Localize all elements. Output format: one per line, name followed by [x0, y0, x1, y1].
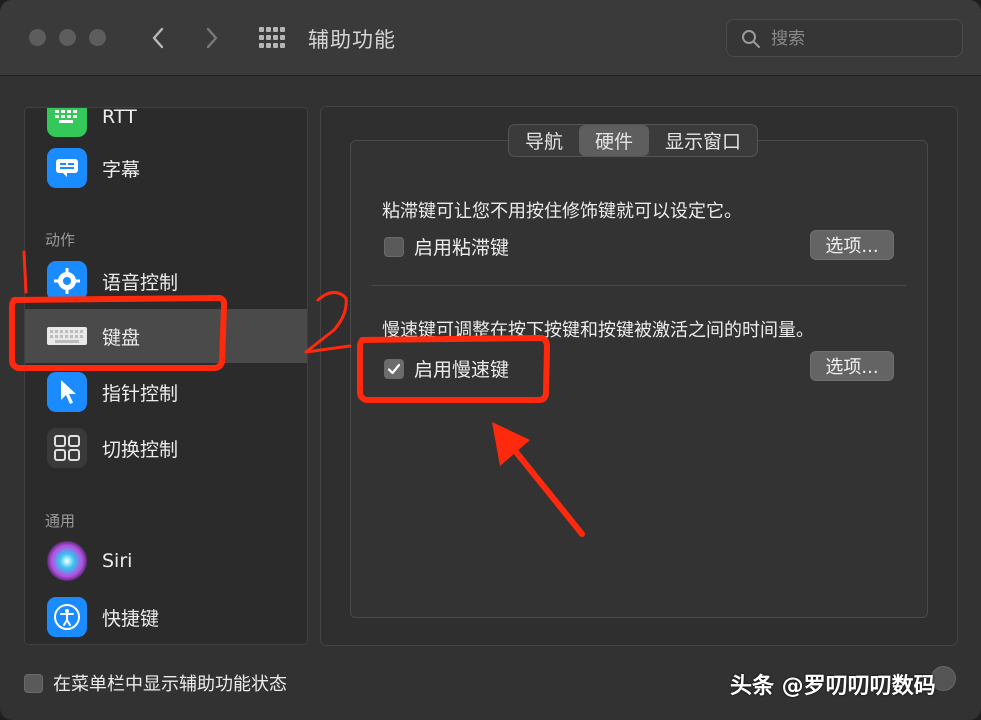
sidebar-item-pointer-control[interactable]: 指针控制: [25, 365, 307, 419]
sidebar-item-voice-control[interactable]: 语音控制: [25, 254, 307, 308]
title-bar: 辅助功能: [0, 0, 981, 76]
window-title: 辅助功能: [308, 28, 396, 52]
tab-hardware[interactable]: 硬件: [579, 125, 650, 156]
sidebar-item-label: 快捷键: [102, 607, 160, 630]
sticky-keys-description: 粘滞键可让您不用按住修饰键就可以设定它。: [382, 201, 742, 222]
sidebar: RTT 字幕 动作 语音控制 键盘 指针控制 切换控制 通用 Siri 快捷键: [24, 107, 308, 645]
show-all-grid-icon[interactable]: [258, 26, 286, 50]
sidebar-item-siri[interactable]: Siri: [25, 534, 307, 588]
slow-keys-checkbox[interactable]: [384, 358, 404, 379]
forward-button[interactable]: [200, 22, 224, 54]
tab-display-window[interactable]: 显示窗口: [649, 125, 757, 156]
sidebar-item-keyboard[interactable]: 键盘: [25, 309, 307, 363]
section-heading-general: 通用: [45, 512, 76, 530]
chevron-left-icon: [152, 27, 164, 49]
sidebar-item-rtt[interactable]: RTT: [25, 107, 307, 144]
menu-bar-status-checkbox[interactable]: [24, 673, 43, 693]
slow-keys-description: 慢速键可调整在按下按键和按键被激活之间的时间量。: [382, 320, 814, 341]
close-window-button[interactable]: [29, 29, 46, 46]
keyboard-icon: [47, 316, 87, 356]
sticky-keys-checkbox-row[interactable]: 启用粘滞键: [384, 233, 509, 260]
pointer-control-icon: [47, 372, 87, 412]
sidebar-item-captions[interactable]: 字幕: [25, 141, 307, 195]
search-icon: [742, 30, 760, 48]
sidebar-item-switch-control[interactable]: 切换控制: [25, 421, 307, 475]
section-heading-motor: 动作: [45, 231, 76, 249]
rtt-icon: [47, 108, 87, 137]
slow-keys-options-button[interactable]: 选项...: [810, 351, 894, 381]
watermark: 头条 @罗叨叨叨数码: [730, 674, 936, 699]
slow-keys-label: 启用慢速键: [414, 359, 510, 381]
back-button[interactable]: [146, 22, 170, 54]
sidebar-item-label: 指针控制: [102, 382, 179, 405]
switch-control-icon: [47, 428, 87, 468]
slow-keys-checkbox-row[interactable]: 启用慢速键: [384, 355, 509, 382]
sidebar-item-label: 键盘: [102, 326, 141, 349]
sticky-keys-label: 启用粘滞键: [414, 237, 510, 259]
minimize-window-button[interactable]: [59, 29, 76, 46]
sidebar-item-label: RTT: [102, 107, 137, 128]
zoom-window-button[interactable]: [89, 29, 106, 46]
chevron-right-icon: [206, 27, 218, 49]
preferences-window: 辅助功能 RTT 字幕 动作 语音控制: [0, 0, 981, 720]
captions-icon: [47, 148, 87, 188]
sidebar-item-label: 切换控制: [102, 438, 179, 461]
sticky-keys-options-button[interactable]: 选项...: [810, 230, 894, 260]
menu-bar-status-row[interactable]: 在菜单栏中显示辅助功能状态: [24, 670, 287, 696]
section-divider: [372, 285, 906, 286]
tab-navigation[interactable]: 导航: [509, 125, 579, 156]
voice-control-icon: [47, 261, 87, 301]
sidebar-item-shortcut[interactable]: 快捷键: [25, 590, 307, 644]
tab-bar: 导航 硬件 显示窗口: [508, 124, 759, 157]
sidebar-item-label: Siri: [102, 550, 133, 572]
sidebar-item-label: 语音控制: [102, 271, 179, 294]
menu-bar-status-label: 在菜单栏中显示辅助功能状态: [53, 674, 287, 695]
search-input[interactable]: [771, 26, 951, 52]
sticky-keys-checkbox[interactable]: [384, 236, 404, 257]
sidebar-item-label: 字幕: [102, 158, 141, 181]
accessibility-shortcut-icon: [47, 597, 87, 637]
siri-icon: [47, 541, 87, 581]
checkmark-icon: [387, 363, 401, 374]
search-field[interactable]: [726, 19, 963, 57]
